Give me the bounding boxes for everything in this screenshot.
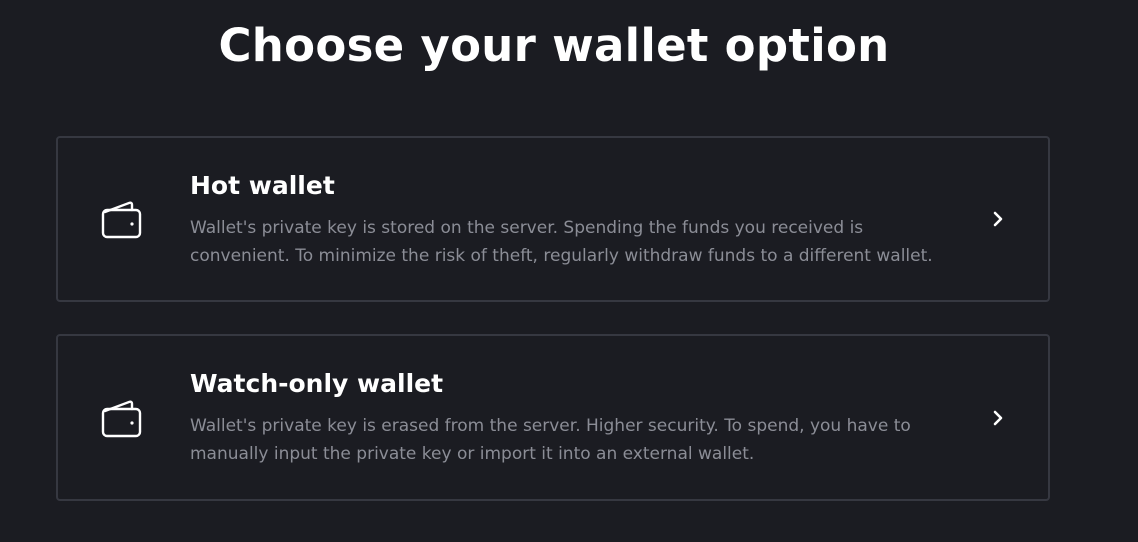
watch-only-wallet-option[interactable]: Watch-only wallet Wallet's private key i…: [56, 334, 1050, 501]
hot-wallet-title: Hot wallet: [190, 171, 335, 200]
page-title: Choose your wallet option: [218, 19, 890, 72]
chevron-right-icon[interactable]: [988, 408, 1008, 428]
watch-only-wallet-description: Wallet's private key is erased from the …: [190, 416, 911, 464]
watch-only-wallet-title: Watch-only wallet: [190, 369, 444, 398]
wallet-icon: [101, 201, 142, 239]
wallet-option-page: Choose your wallet option Hot wallet Wal…: [0, 0, 1138, 542]
hot-wallet-description: Wallet's private key is stored on the se…: [190, 218, 933, 266]
wallet-icon: [101, 400, 142, 437]
hot-wallet-option[interactable]: Hot wallet Wallet's private key is store…: [56, 136, 1050, 302]
chevron-right-icon[interactable]: [988, 209, 1008, 229]
